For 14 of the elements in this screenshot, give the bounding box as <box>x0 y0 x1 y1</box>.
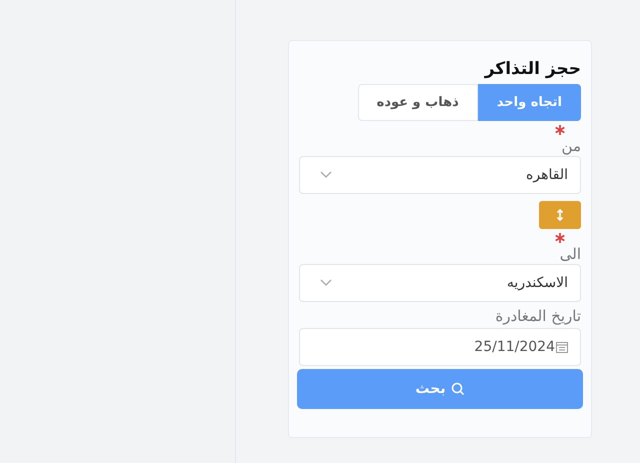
chevron-down-icon <box>320 171 332 179</box>
up-down-arrow-icon <box>556 209 564 221</box>
search-icon <box>450 382 465 396</box>
to-select[interactable]: الاسكندريه <box>299 264 581 302</box>
field-label: تاريخ المغادرة <box>495 306 581 326</box>
field-label: من <box>562 136 581 156</box>
trip-type-tab[interactable]: ذهاب و عوده <box>358 84 478 121</box>
swap-button[interactable] <box>539 201 581 229</box>
card-title: حجز التذاكر <box>483 58 581 81</box>
date-input-field[interactable]: 25/11/2024 <box>299 328 581 366</box>
calendar-icon <box>556 341 568 353</box>
chevron-down-icon <box>320 279 332 287</box>
field-label: الى <box>560 244 581 264</box>
from-select[interactable]: القاهره <box>299 156 581 194</box>
